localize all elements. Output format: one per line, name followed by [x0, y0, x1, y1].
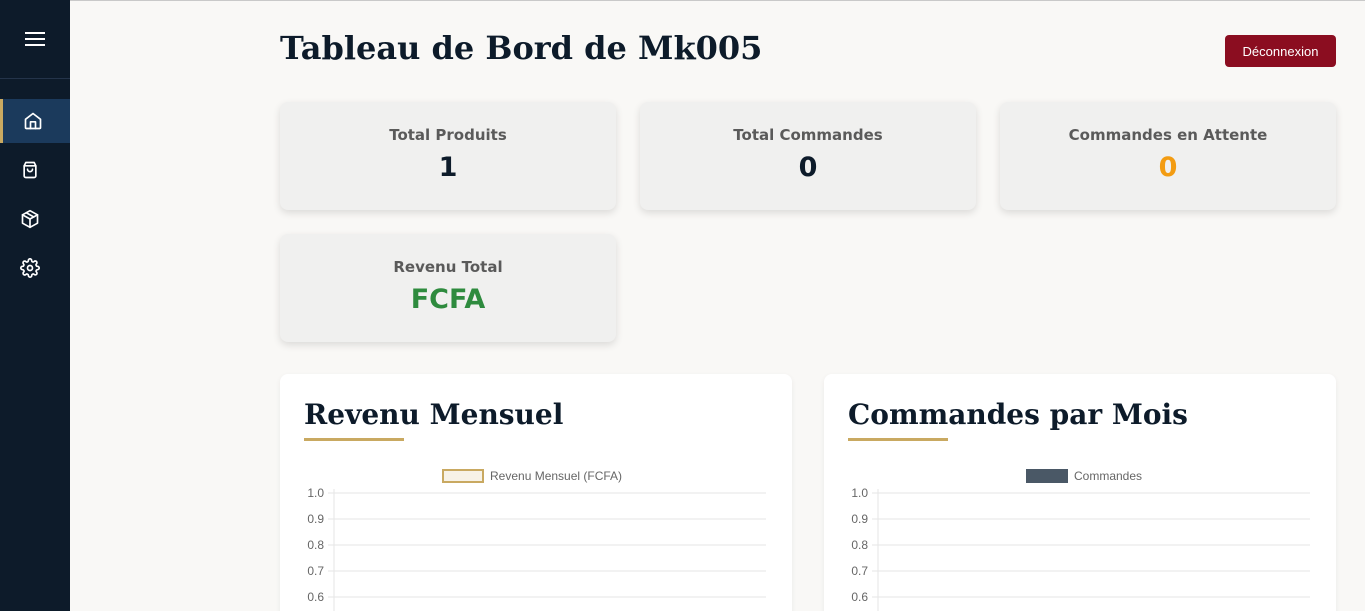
- page-title: Tableau de Bord de Mk005: [280, 29, 763, 67]
- shopping-bag-icon: [23, 161, 37, 179]
- stat-card-total-orders: Total Commandes 0: [640, 102, 976, 210]
- stat-value: 0: [1158, 152, 1178, 183]
- hamburger-icon: [25, 32, 45, 46]
- logout-button[interactable]: Déconnexion: [1225, 35, 1336, 67]
- stat-card-total-products: Total Produits 1: [280, 102, 616, 210]
- sidebar-item-products[interactable]: [0, 197, 70, 241]
- sidebar-divider: [0, 78, 70, 79]
- revenue-chart: Revenu Mensuel (FCFA) 1.0 0.9 0.8 0.7 0.6: [307, 469, 766, 611]
- y-tick-label: 0.6: [851, 590, 868, 604]
- sidebar: [0, 0, 70, 611]
- title-underline: [848, 438, 948, 441]
- stat-label: Revenu Total: [393, 258, 503, 276]
- legend-swatch: [1026, 469, 1068, 483]
- stat-value: 1: [438, 152, 458, 183]
- legend-label: Revenu Mensuel (FCFA): [490, 469, 622, 483]
- y-tick-label: 0.8: [307, 538, 324, 552]
- stat-value: FCFA: [410, 284, 486, 315]
- orders-chart: Commandes 1.0 0.9 0.8 0.7 0.6: [851, 469, 1310, 611]
- stat-value: 0: [798, 152, 818, 183]
- stat-card-total-revenue: Revenu Total FCFA: [280, 234, 616, 342]
- legend-swatch: [442, 469, 484, 483]
- sidebar-item-home[interactable]: [0, 99, 70, 143]
- y-tick-label: 1.0: [307, 486, 324, 500]
- sidebar-item-orders[interactable]: [0, 148, 70, 192]
- stat-label: Total Produits: [389, 126, 507, 144]
- home-icon: [24, 112, 42, 130]
- package-icon: [21, 209, 39, 229]
- legend-label: Commandes: [1074, 469, 1142, 483]
- stat-label: Total Commandes: [733, 126, 883, 144]
- y-tick-label: 0.8: [851, 538, 868, 552]
- top-border: [0, 0, 1365, 1]
- panel-title: Revenu Mensuel: [304, 398, 564, 431]
- sidebar-item-settings[interactable]: [0, 246, 70, 290]
- stat-card-pending-orders: Commandes en Attente 0: [1000, 102, 1336, 210]
- y-tick-label: 0.9: [851, 512, 868, 526]
- y-tick-label: 0.7: [851, 564, 868, 578]
- y-tick-label: 1.0: [851, 486, 868, 500]
- y-tick-label: 0.7: [307, 564, 324, 578]
- stat-label: Commandes en Attente: [1068, 126, 1268, 144]
- y-tick-label: 0.6: [307, 590, 324, 604]
- orders-chart-panel: Commandes par Mois Commandes 1.0 0.9 0.8 0.7…: [824, 374, 1336, 611]
- title-underline: [304, 438, 404, 441]
- panel-title: Commandes par Mois: [848, 398, 1188, 431]
- y-tick-label: 0.9: [307, 512, 324, 526]
- menu-toggle-button[interactable]: [0, 0, 70, 78]
- gear-icon: [20, 258, 40, 278]
- revenue-chart-panel: Revenu Mensuel Revenu Mensuel (FCFA) 1.0 0…: [280, 374, 792, 611]
